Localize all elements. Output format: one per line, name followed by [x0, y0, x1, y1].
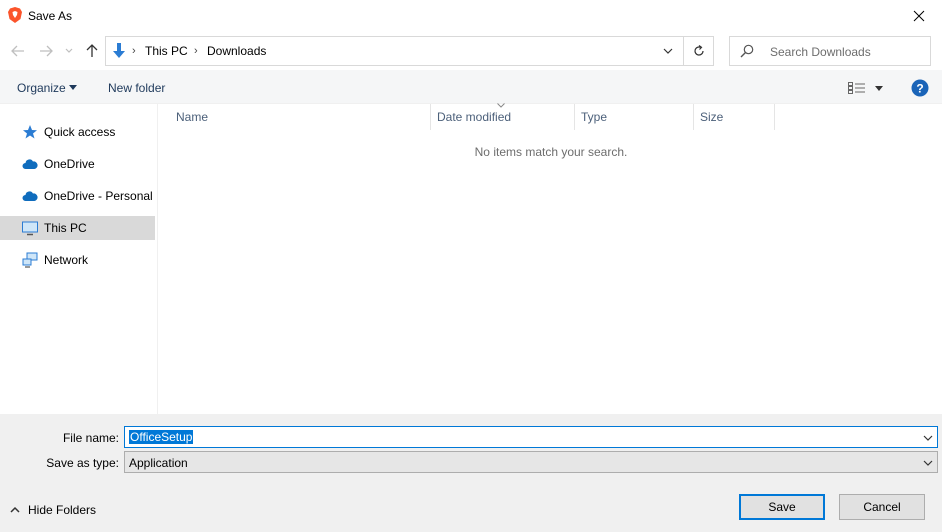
chevron-down-icon[interactable] [923, 433, 933, 443]
file-name-label: File name: [62, 431, 119, 445]
refresh-button[interactable] [684, 36, 714, 66]
file-name-field[interactable]: OfficeSetup [124, 426, 938, 448]
sidebar-item-network[interactable]: Network [0, 248, 155, 272]
sidebar-item-label: Network [44, 253, 89, 267]
forward-button[interactable] [36, 40, 56, 62]
address-bar[interactable]: › This PC › Downloads [105, 36, 684, 66]
column-header-type[interactable]: Type [575, 104, 694, 130]
file-name-value[interactable]: OfficeSetup [129, 430, 194, 444]
search-input[interactable]: Search Downloads [770, 45, 871, 59]
caret-down-icon[interactable] [875, 86, 883, 91]
sidebar-item-label: Quick access [44, 125, 116, 139]
sidebar-item-this-pc[interactable]: This PC [0, 216, 155, 240]
caret-down-icon [69, 85, 77, 90]
new-folder-button[interactable]: New folder [108, 81, 165, 95]
back-button[interactable] [8, 40, 28, 62]
hide-folders-button[interactable]: Hide Folders [10, 503, 96, 517]
breadcrumb-downloads[interactable]: Downloads [207, 44, 266, 58]
network-icon [22, 252, 38, 268]
navigation-pane: Quick access OneDrive OneDrive - Persona… [0, 104, 158, 414]
save-type-select[interactable]: Application [124, 451, 938, 473]
organize-button[interactable]: Organize [17, 81, 66, 95]
cancel-button[interactable]: Cancel [839, 494, 925, 520]
chevron-up-icon [10, 506, 20, 513]
sort-indicator-icon [497, 103, 505, 108]
column-header-size[interactable]: Size [694, 104, 775, 130]
search-icon [740, 44, 754, 58]
breadcrumb-separator: › [132, 45, 136, 57]
sidebar-item-onedrive[interactable]: OneDrive [0, 152, 155, 176]
sidebar-item-quick-access[interactable]: Quick access [0, 120, 155, 144]
cloud-icon [22, 191, 38, 201]
breadcrumb-this-pc[interactable]: This PC [145, 44, 188, 58]
save-type-value: Application [129, 456, 188, 470]
save-button[interactable]: Save [739, 494, 825, 520]
chevron-down-icon[interactable] [663, 46, 673, 56]
arrow-right-icon [40, 45, 53, 57]
sidebar-item-label: This PC [44, 221, 87, 235]
empty-message: No items match your search. [474, 145, 628, 159]
brave-logo-icon [8, 7, 22, 23]
column-header-name[interactable]: Name [170, 104, 431, 130]
arrow-up-icon [86, 44, 98, 57]
details-view-icon[interactable] [848, 82, 866, 94]
breadcrumb-separator: › [194, 45, 198, 57]
chevron-down-icon [65, 48, 73, 53]
sidebar-item-label: OneDrive - Personal [44, 189, 153, 203]
star-icon [23, 125, 37, 139]
save-form-panel: File name: OfficeSetup Save as type: App… [0, 414, 942, 532]
window-title: Save As [28, 9, 73, 23]
svg-text:?: ? [916, 82, 923, 96]
sidebar-item-label: OneDrive [44, 157, 95, 171]
download-arrow-icon [113, 43, 125, 58]
arrow-left-icon [11, 45, 24, 57]
cloud-icon [22, 159, 38, 169]
title-bar: Save As [0, 0, 942, 32]
column-header-date-modified[interactable]: Date modified [431, 103, 575, 130]
hide-folders-label: Hide Folders [28, 503, 97, 517]
sidebar-item-onedrive-personal[interactable]: OneDrive - Personal [0, 184, 155, 208]
close-button[interactable] [896, 0, 942, 32]
close-icon [913, 10, 925, 22]
recent-locations-button[interactable] [62, 40, 76, 62]
search-box[interactable]: Search Downloads [729, 36, 931, 66]
command-bar: Organize New folder ? [0, 70, 942, 104]
save-type-label: Save as type: [46, 456, 119, 470]
computer-icon [22, 221, 38, 236]
up-button[interactable] [82, 40, 102, 62]
navigation-bar: › This PC › Downloads Search Downloads [0, 32, 942, 70]
help-icon[interactable]: ? [911, 79, 929, 97]
chevron-down-icon [923, 460, 933, 466]
refresh-icon [693, 45, 704, 56]
file-list: Name Date modified Type Size No items ma… [158, 103, 942, 414]
